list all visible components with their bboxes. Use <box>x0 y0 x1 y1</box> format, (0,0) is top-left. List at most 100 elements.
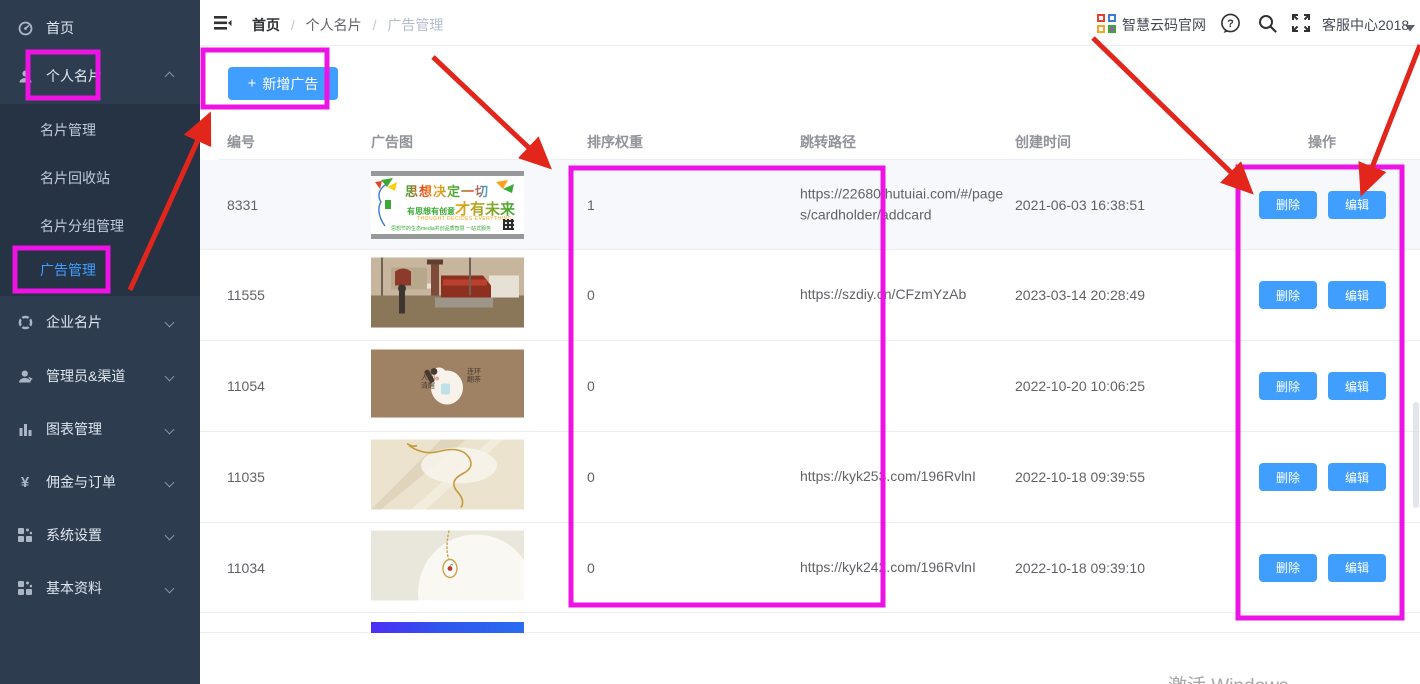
edit-button[interactable]: 编辑 <box>1328 281 1386 309</box>
col-header-actions: 操作 <box>1308 132 1336 152</box>
sidebar-item-label: 系统设置 <box>46 525 102 545</box>
row-created: 2022-10-20 10:06:25 <box>1015 378 1145 394</box>
breadcrumb-separator: / <box>291 17 295 33</box>
ad-image <box>371 440 524 515</box>
row-weight: 0 <box>587 469 595 485</box>
bar-chart-icon <box>17 421 33 437</box>
sidebar-item-ad-management[interactable]: 广告管理 <box>0 246 200 294</box>
edit-button[interactable]: 编辑 <box>1328 372 1386 400</box>
chevron-down-icon <box>165 371 175 381</box>
row-weight: 1 <box>587 197 595 213</box>
sidebar-item-home[interactable]: 首页 <box>0 8 200 48</box>
ad-management-page: 首页 个人名片 名片管理 名片回收站 名片分组管理 广告管理 企业名片 <box>0 0 1420 684</box>
delete-button[interactable]: 删除 <box>1259 463 1317 491</box>
table-row: 11555 0 https://szdiy.cn/CFzmYzAb 2023-0… <box>200 250 1420 341</box>
sidebar-item-basic-info[interactable]: 基本资料 <box>0 568 200 608</box>
chevron-down-icon <box>165 477 175 487</box>
banner-line4: 思想节的生态media共创品质智慧 一站式服务 <box>391 225 491 232</box>
banner-line2a: 有思想有创意 <box>407 207 455 216</box>
ad-image <box>371 530 524 605</box>
sidebar-item-system-settings[interactable]: 系统设置 <box>0 515 200 555</box>
row-id: 11555 <box>227 287 265 303</box>
qr-logo-icon <box>1095 12 1117 34</box>
chevron-down-icon <box>165 424 175 434</box>
delete-button[interactable]: 删除 <box>1259 191 1317 219</box>
ad-image: 连环翻茶 人间清醒 <box>371 350 524 423</box>
collapse-sidebar-icon[interactable] <box>212 12 234 34</box>
sidebar-submenu-personal: 名片管理 名片回收站 名片分组管理 广告管理 <box>0 104 200 296</box>
chevron-down-icon <box>165 530 175 540</box>
breadcrumb: 首页 / 个人名片 / 广告管理 <box>252 15 443 35</box>
breadcrumb-home[interactable]: 首页 <box>252 17 280 33</box>
add-ad-button-label: 新增广告 <box>262 74 318 94</box>
sidebar-item-label: 企业名片 <box>46 312 102 332</box>
row-weight: 0 <box>587 378 595 394</box>
plus-icon: + <box>248 75 257 92</box>
breadcrumb-separator: / <box>373 17 377 33</box>
sidebar-item-label: 图表管理 <box>46 419 102 439</box>
row-id: 11034 <box>227 560 265 576</box>
table-row: 11054 连环翻茶人间清醒 0 2022-10-20 10:06:25 删除 … <box>200 341 1420 432</box>
admin-user-icon <box>17 368 33 384</box>
dashboard-icon <box>17 20 33 36</box>
col-header-url: 跳转路径 <box>800 132 856 152</box>
top-header: 首页 / 个人名片 / 广告管理 智慧云码官网 ? 客服中心2018 <box>200 0 1420 46</box>
sidebar-item-card-group-mgmt[interactable]: 名片分组管理 <box>0 202 200 250</box>
row-id: 8331 <box>227 197 258 213</box>
sidebar-item-chart-management[interactable]: 图表管理 <box>0 409 200 449</box>
sidebar-item-admin-channel[interactable]: 管理员&渠道 <box>0 356 200 396</box>
chevron-up-icon <box>165 71 175 81</box>
grid-menu-icon <box>17 580 33 596</box>
user-menu[interactable]: 客服中心2018 <box>1322 15 1409 35</box>
sidebar-item-card-management[interactable]: 名片管理 <box>0 106 200 154</box>
row-created: 2022-10-18 09:39:55 <box>1015 469 1145 485</box>
col-header-id: 编号 <box>227 132 255 152</box>
sidebar-item-commission-orders[interactable]: ¥ 佣金与订单 <box>0 462 200 502</box>
svg-text:连环: 连环 <box>467 367 481 376</box>
breadcrumb-personal-card[interactable]: 个人名片 <box>306 17 362 33</box>
svg-text:清醒: 清醒 <box>421 381 435 390</box>
col-header-created: 创建时间 <box>1015 132 1071 152</box>
delete-button[interactable]: 删除 <box>1259 554 1317 582</box>
ad-image: 思想决定一切 有思想有创意才有未来 THOUGHT DECIDES EVERYT… <box>371 171 524 239</box>
delete-button[interactable]: 删除 <box>1259 281 1317 309</box>
row-created: 2023-03-14 20:28:49 <box>1015 287 1145 303</box>
fullscreen-icon[interactable] <box>1290 12 1312 34</box>
sidebar-item-label: 佣金与订单 <box>46 472 116 492</box>
row-created: 2021-06-03 16:38:51 <box>1015 197 1145 213</box>
breadcrumb-current: 广告管理 <box>387 17 443 33</box>
edit-button[interactable]: 编辑 <box>1328 463 1386 491</box>
sidebar-item-personal-card[interactable]: 个人名片 <box>0 56 200 96</box>
caret-down-icon[interactable] <box>1405 19 1415 37</box>
svg-text:翻茶: 翻茶 <box>467 375 481 384</box>
row-url: https://kyk253.com/196RvlnI <box>800 466 1008 488</box>
table-row: 8331 思想决定一切 有思想有创意才有未来 THOUGHT DECIDES E… <box>200 160 1420 250</box>
add-ad-button[interactable]: + 新增广告 <box>228 67 338 100</box>
sidebar-item-label: 管理员&渠道 <box>46 366 125 386</box>
row-url: https://szdiy.cn/CFzmYzAb <box>800 284 1008 306</box>
sidebar-item-company-card[interactable]: 企业名片 <box>0 302 200 342</box>
annotation-arrow-to-weight-column <box>433 57 545 163</box>
sidebar-item-label: 个人名片 <box>46 66 102 86</box>
edit-button[interactable]: 编辑 <box>1328 191 1386 219</box>
delete-button[interactable]: 删除 <box>1259 372 1317 400</box>
sidebar-item-card-recycle-bin[interactable]: 名片回收站 <box>0 154 200 202</box>
chevron-down-icon <box>165 583 175 593</box>
search-icon[interactable] <box>1256 12 1278 34</box>
table-row-partial <box>200 614 1420 633</box>
sidebar: 首页 个人名片 名片管理 名片回收站 名片分组管理 广告管理 企业名片 <box>0 0 200 684</box>
col-header-image: 广告图 <box>371 132 413 152</box>
row-weight: 0 <box>587 560 595 576</box>
edit-button[interactable]: 编辑 <box>1328 554 1386 582</box>
official-site-link[interactable]: 智慧云码官网 <box>1122 15 1206 35</box>
grid-menu-icon <box>17 527 33 543</box>
banner-qr-code <box>503 219 514 230</box>
row-url: https://22680.hutuiai.com/#/pages/cardho… <box>800 183 1008 226</box>
scrollbar-thumb[interactable] <box>1413 402 1419 508</box>
activate-windows-watermark: 激活 Windows <box>1168 671 1288 684</box>
svg-text:?: ? <box>1227 18 1234 30</box>
help-icon[interactable]: ? <box>1219 12 1241 34</box>
table-row: 11035 0 https://kyk253.com/196RvlnI 2022… <box>200 432 1420 523</box>
svg-text:人间: 人间 <box>421 374 435 382</box>
row-id: 11054 <box>227 378 265 394</box>
